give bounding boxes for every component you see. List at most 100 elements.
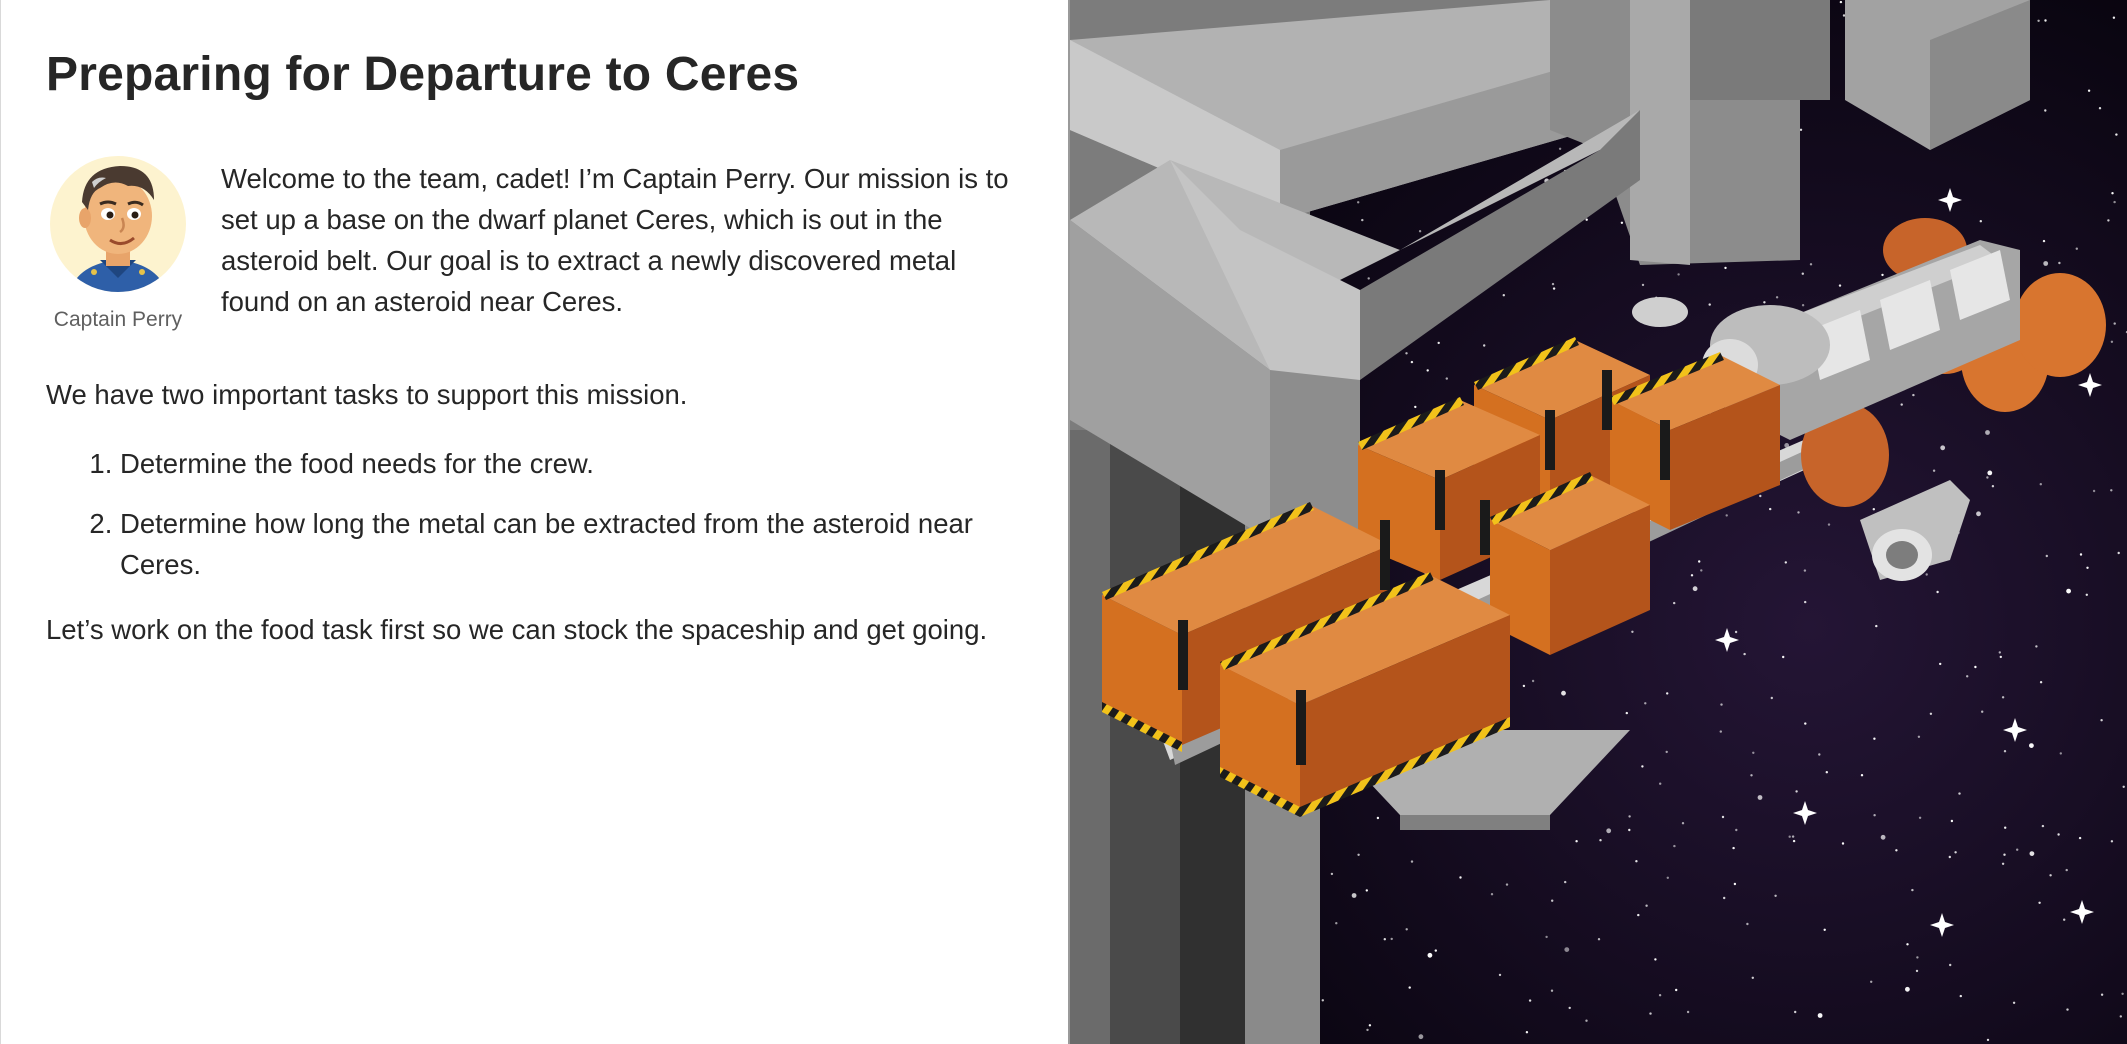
star — [1550, 989, 1554, 992]
star — [1558, 147, 1562, 150]
star — [1788, 835, 1791, 838]
star — [1437, 341, 1440, 345]
star — [1383, 938, 1386, 941]
speaker-name: Captain Perry — [53, 308, 183, 331]
star — [1936, 590, 1939, 594]
star — [2044, 109, 2047, 112]
star — [2001, 862, 2005, 865]
star — [1809, 263, 1813, 266]
star — [1875, 624, 1878, 628]
star — [2087, 89, 2091, 92]
star — [1405, 928, 1408, 931]
star — [1724, 266, 1727, 270]
star — [1720, 703, 1723, 706]
star — [2107, 219, 2110, 222]
star — [1659, 782, 1662, 785]
spaceship-illustration — [1070, 0, 2127, 1044]
star — [1841, 842, 1845, 845]
star — [2110, 489, 2113, 492]
star — [1551, 282, 1555, 286]
star — [1357, 853, 1360, 856]
star — [1827, 523, 1831, 526]
star — [1641, 765, 1644, 768]
star — [1803, 569, 1807, 572]
star — [1987, 470, 1993, 476]
star — [2003, 853, 2006, 856]
star — [2065, 868, 2068, 872]
star — [2049, 874, 2052, 877]
star — [1367, 277, 1370, 280]
speaker-intro: Captain Perry Welcome to the team, cadet… — [46, 152, 1028, 332]
star — [1692, 586, 1698, 592]
star — [1410, 860, 1414, 863]
star — [1649, 1012, 1652, 1015]
star — [1881, 273, 1884, 277]
spaceship-with-cargo-containers-icon — [1070, 0, 2127, 1044]
lesson-content: Preparing for Departure to Ceres Captain… — [0, 0, 1068, 1044]
star — [2058, 261, 2061, 265]
star — [1575, 840, 1578, 843]
star — [2110, 840, 2114, 843]
star — [1792, 839, 1796, 843]
star — [2042, 239, 2046, 243]
star — [2098, 107, 2102, 110]
star — [1719, 730, 1722, 733]
star — [1918, 816, 1922, 819]
star — [1895, 849, 1898, 852]
star — [1949, 963, 1952, 967]
star — [1564, 880, 1567, 884]
task-list: Determine the food needs for the crew. D… — [46, 443, 1028, 585]
star — [1906, 943, 1909, 946]
star — [1734, 630, 1738, 634]
star — [1408, 986, 1411, 989]
star — [2113, 200, 2116, 204]
star — [1405, 352, 1408, 355]
star — [1502, 294, 1505, 297]
star — [1959, 994, 1962, 998]
star — [1628, 815, 1631, 818]
star — [1599, 839, 1602, 842]
star — [2012, 1001, 2016, 1004]
star — [1958, 792, 1961, 795]
star — [2085, 593, 2088, 596]
star — [1418, 230, 1422, 233]
star — [1335, 922, 1338, 925]
star — [2044, 19, 2047, 22]
star — [1675, 988, 1678, 992]
star — [1763, 301, 1766, 304]
star — [1445, 377, 1448, 380]
star — [1743, 652, 1746, 656]
lesson-page: Preparing for Departure to Ceres Captain… — [0, 0, 2127, 1044]
star — [1561, 690, 1566, 696]
star — [1637, 913, 1640, 917]
star — [1873, 814, 1876, 817]
star — [1838, 284, 1842, 287]
star — [1915, 969, 1919, 973]
star — [2029, 743, 2034, 748]
star — [2100, 719, 2103, 722]
star — [1954, 851, 1957, 854]
star — [1774, 894, 1777, 897]
star — [2110, 340, 2114, 343]
star — [2041, 824, 2045, 828]
star — [1365, 889, 1368, 892]
star — [1531, 679, 1535, 683]
closing-text: Let’s work on the food task first so we … — [46, 614, 988, 645]
star — [1625, 711, 1628, 715]
star — [1732, 846, 1735, 850]
star — [2115, 133, 2118, 136]
star — [1769, 507, 1772, 511]
star — [1818, 753, 1821, 756]
star — [1757, 795, 1763, 800]
star — [1976, 511, 1981, 517]
star — [1681, 822, 1685, 825]
star — [1361, 218, 1364, 222]
captain-avatar-icon — [50, 156, 186, 292]
star — [1759, 494, 1762, 498]
star — [1635, 860, 1638, 863]
star — [1620, 221, 1624, 224]
speaker-message: Welcome to the team, cadet! I’m Captain … — [221, 163, 1009, 317]
star — [2111, 192, 2114, 195]
star — [1795, 790, 1798, 793]
star — [2037, 19, 2040, 22]
